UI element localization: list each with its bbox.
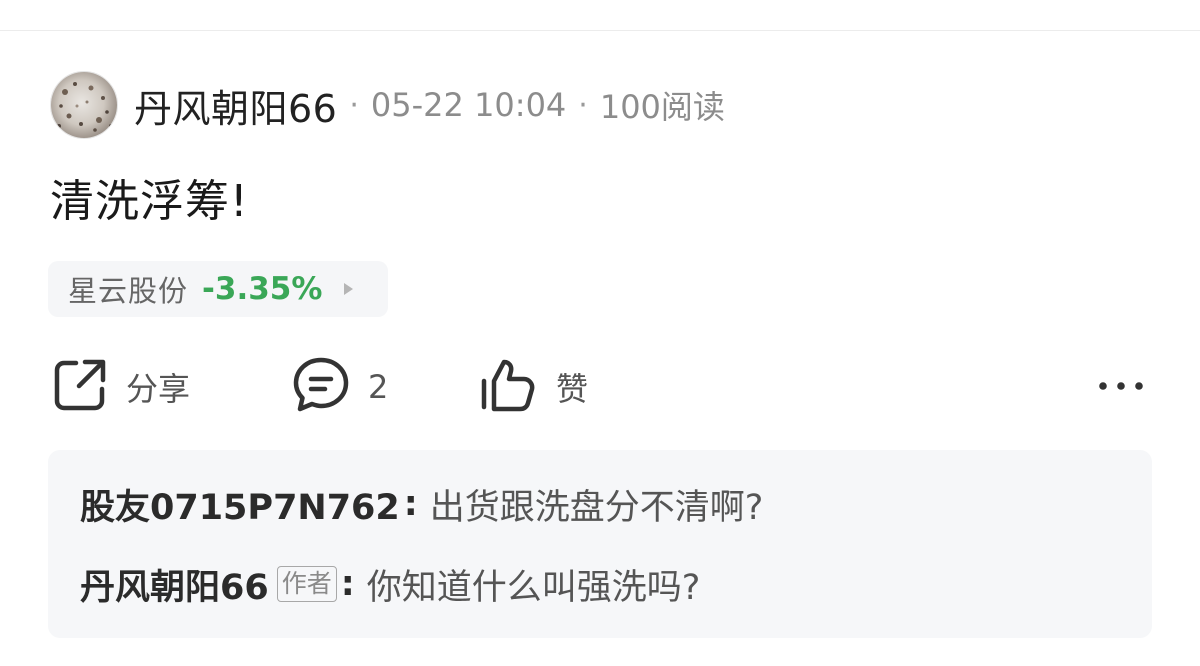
share-icon — [52, 357, 108, 417]
comment-colon: : — [403, 484, 418, 524]
post-date: 05-22 10:04 — [370, 86, 567, 124]
avatar-image — [51, 72, 117, 138]
stock-chip[interactable]: 星云股份 -3.35% — [48, 261, 388, 317]
share-button[interactable]: 分享 — [52, 358, 190, 416]
top-divider — [0, 30, 1200, 31]
more-icon — [1096, 382, 1146, 408]
comment-user[interactable]: 股友0715P7N762 — [80, 479, 400, 530]
post-text: 清洗浮筹! — [50, 176, 249, 227]
thumbs-up-icon — [478, 357, 538, 417]
comment-text: 你知道什么叫强洗吗? — [366, 567, 701, 608]
post-header: 丹风朝阳66 · 05-22 10:04 · 100阅读 — [50, 70, 725, 140]
comment-user[interactable]: 丹风朝阳66 — [80, 559, 269, 610]
comment-item[interactable]: 股友0715P7N762 : 出货跟洗盘分不清啊? — [80, 474, 763, 534]
comment-count: 2 — [368, 368, 389, 406]
more-button[interactable] — [1096, 368, 1146, 404]
stock-change: -3.35% — [202, 271, 323, 307]
avatar[interactable] — [50, 71, 118, 139]
share-label: 分享 — [126, 370, 191, 408]
comments-preview[interactable]: 股友0715P7N762 : 出货跟洗盘分不清啊? 丹风朝阳66 作者 : 你知… — [48, 450, 1152, 638]
comment-button[interactable]: 2 — [292, 356, 389, 418]
meta-separator: · — [578, 87, 588, 123]
comment-text: 出货跟洗盘分不清啊? — [429, 487, 764, 528]
like-label: 赞 — [556, 370, 589, 408]
meta-separator: · — [349, 87, 359, 123]
author-badge: 作者 — [276, 566, 337, 602]
comment-icon — [292, 356, 350, 418]
stock-name: 星云股份 — [68, 274, 189, 308]
author-name[interactable]: 丹风朝阳66 — [134, 78, 337, 133]
comment-colon: : — [340, 564, 355, 604]
chevron-right-icon — [344, 283, 354, 295]
comment-item[interactable]: 丹风朝阳66 作者 : 你知道什么叫强洗吗? — [80, 554, 700, 614]
like-button[interactable]: 赞 — [478, 358, 588, 416]
read-count: 100阅读 — [599, 88, 725, 126]
